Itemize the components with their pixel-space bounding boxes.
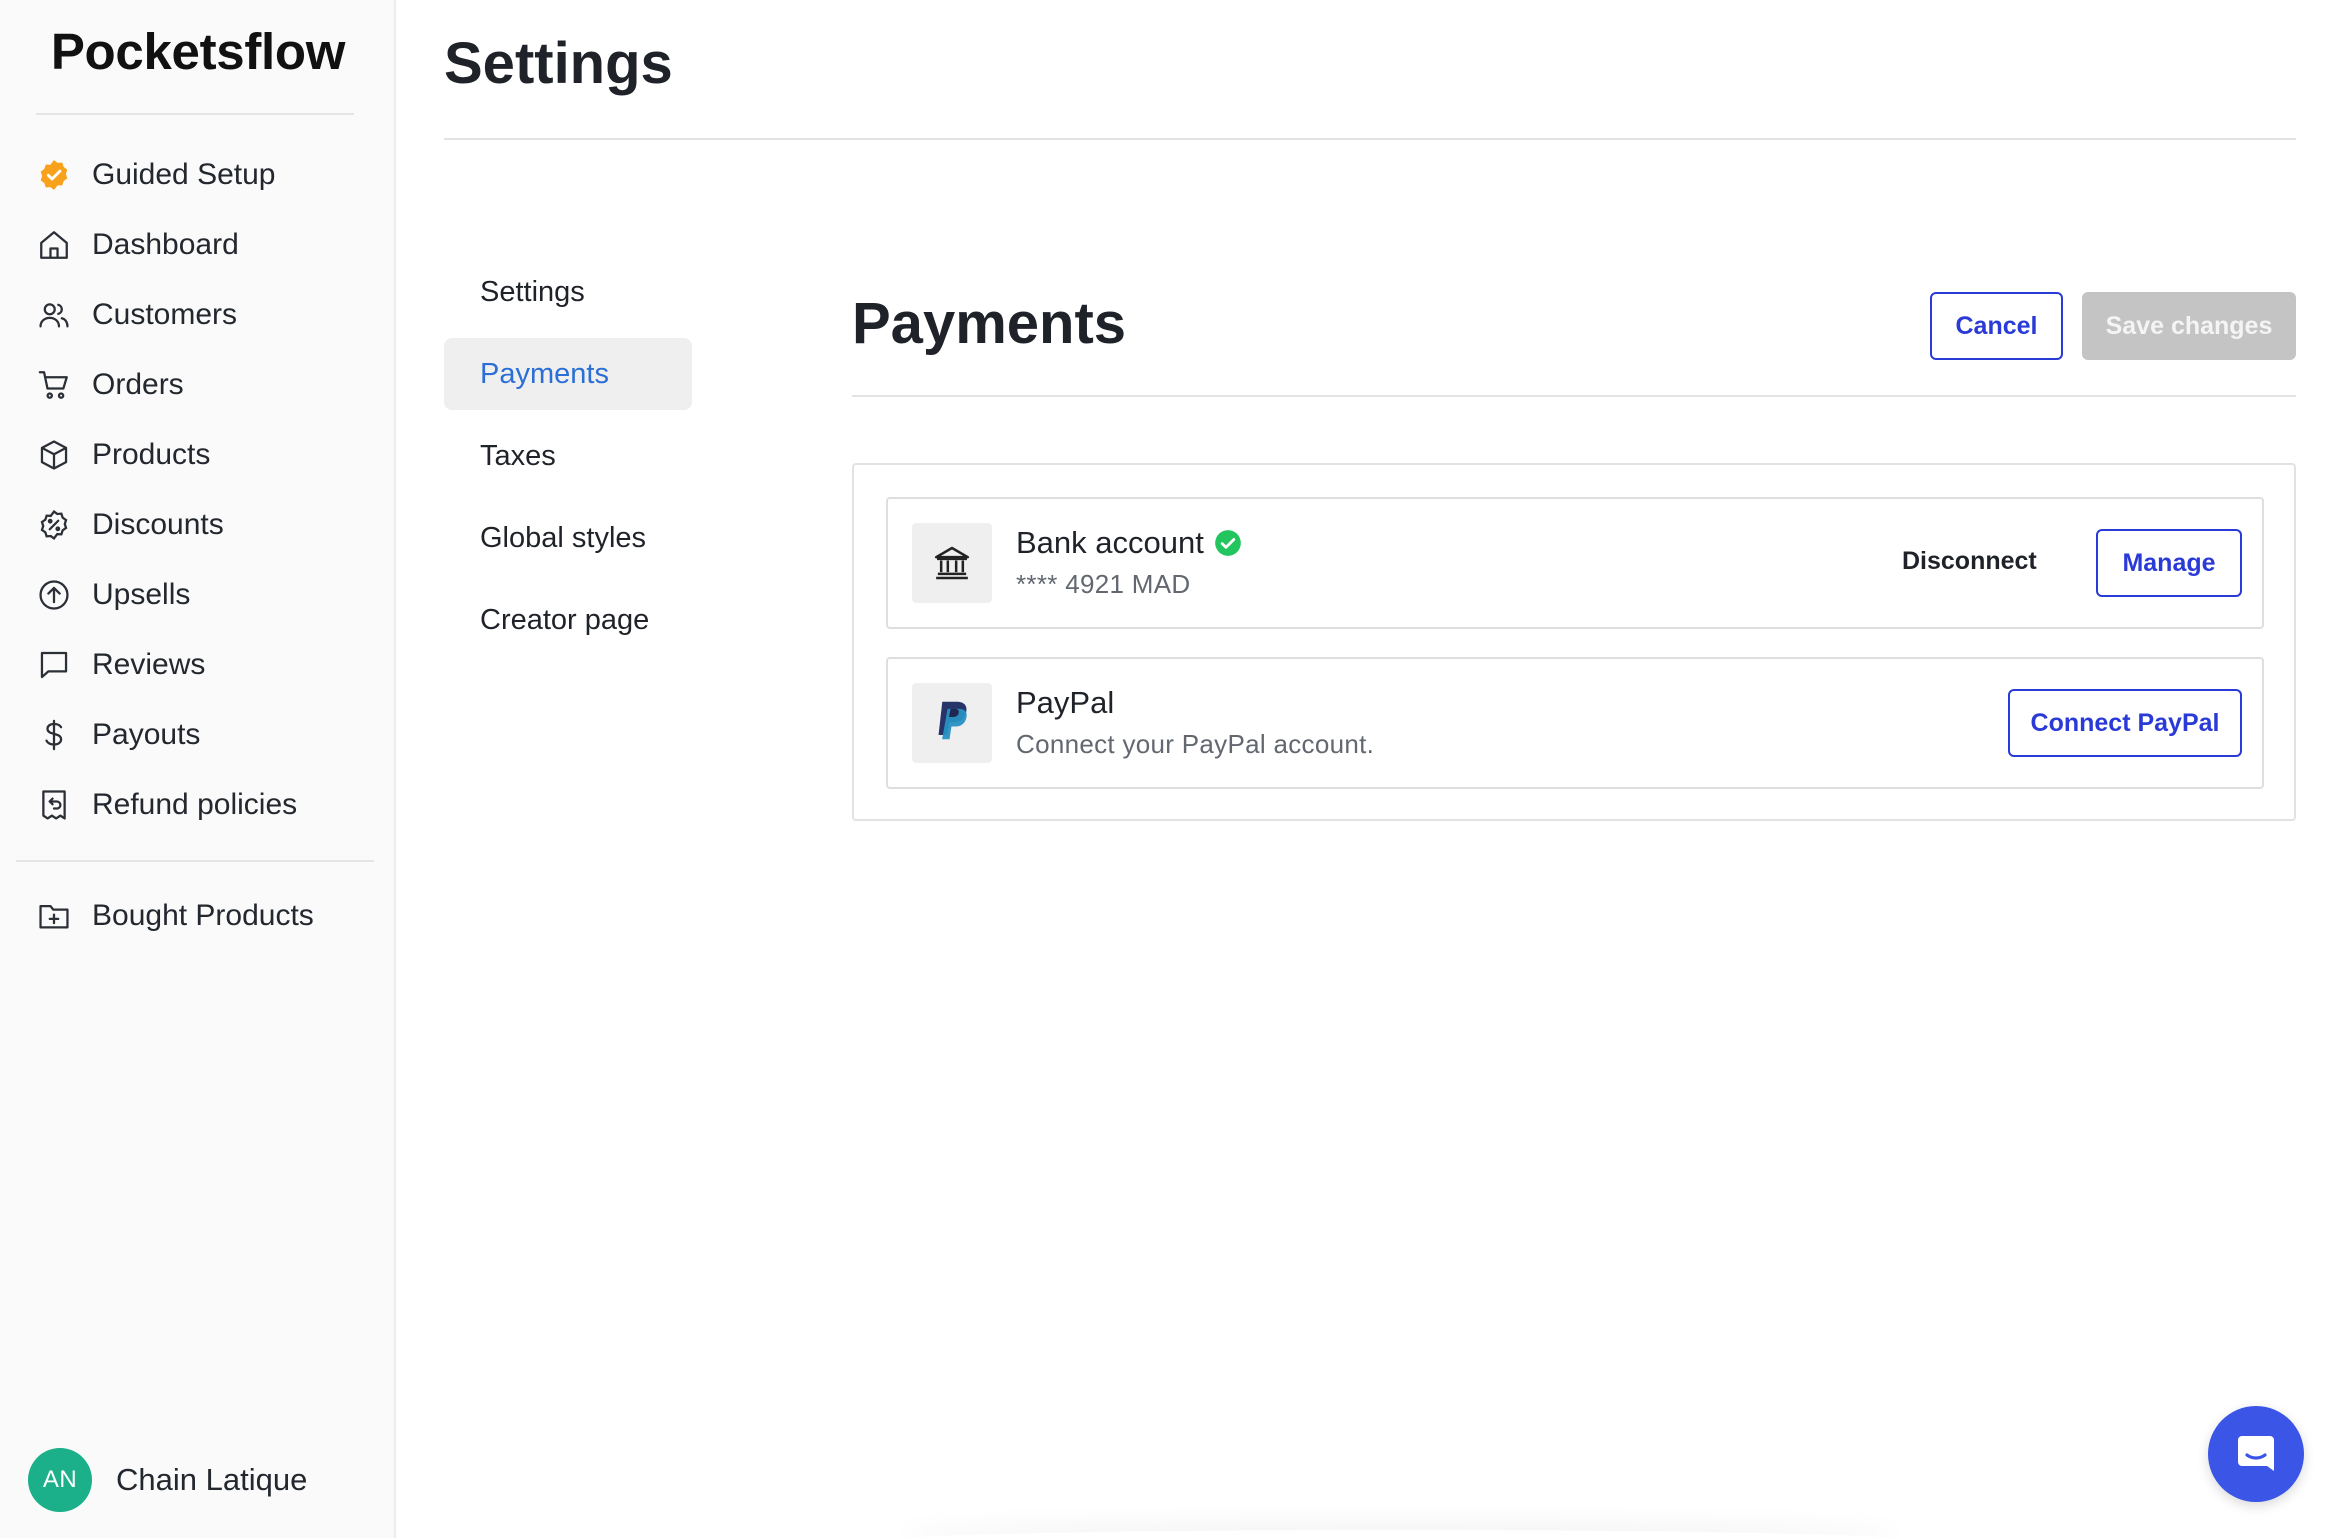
subnav-item-global-styles[interactable]: Global styles [444,502,692,574]
discount-icon [36,507,72,543]
divider [444,138,2296,140]
refund-receipt-icon [36,787,72,823]
cart-icon [36,367,72,403]
sidebar-bottom-nav: Bought Products [0,881,396,951]
chat-support-button[interactable] [2208,1406,2304,1502]
box-icon [36,437,72,473]
folder-plus-icon [36,898,72,934]
dollar-icon [36,717,72,753]
sidebar: Pocketsflow Guided Setup Dashboard Custo… [0,0,396,1538]
bottom-shadow [900,1530,1900,1538]
settings-subnav: Settings Payments Taxes Global styles Cr… [444,256,692,666]
badge-check-icon [36,157,72,193]
sidebar-item-label: Products [92,438,211,471]
sidebar-item-label: Refund policies [92,788,298,821]
divider [852,395,2296,397]
sidebar-item-products[interactable]: Products [0,420,396,490]
sidebar-item-label: Reviews [92,648,206,681]
sidebar-nav: Guided Setup Dashboard Customers Orders … [0,140,396,840]
bank-account-card: Bank account **** 4921 MAD Disconnect Ma… [886,497,2264,629]
users-icon [36,297,72,333]
sidebar-item-dashboard[interactable]: Dashboard [0,210,396,280]
bank-account-title: Bank account [1016,525,1204,560]
sidebar-item-label: Dashboard [92,228,239,261]
sidebar-item-label: Discounts [92,508,224,541]
brand-logo[interactable]: Pocketsflow [36,22,360,81]
paypal-icon [912,683,992,763]
section-title: Payments [852,291,1127,356]
avatar: AN [28,1448,92,1512]
home-icon [36,227,72,263]
paypal-description: Connect your PayPal account. [1016,729,1375,759]
subnav-item-taxes[interactable]: Taxes [444,420,692,492]
subnav-item-creator-page[interactable]: Creator page [444,584,692,656]
disconnect-button[interactable]: Disconnect [1902,547,2037,576]
bank-account-title-row: Bank account [1016,525,1242,561]
subnav-item-settings[interactable]: Settings [444,256,692,328]
page-title: Settings [444,31,673,96]
connect-paypal-button[interactable]: Connect PayPal [2008,689,2242,757]
sidebar-item-label: Guided Setup [92,158,276,191]
arrow-up-circle-icon [36,577,72,613]
payment-methods-panel: Bank account **** 4921 MAD Disconnect Ma… [852,463,2296,821]
user-name: Chain Latique [116,1462,308,1497]
cancel-button[interactable]: Cancel [1930,292,2063,360]
sidebar-item-label: Upsells [92,578,191,611]
sidebar-item-discounts[interactable]: Discounts [0,490,396,560]
sidebar-item-refund-policies[interactable]: Refund policies [0,770,396,840]
divider [16,860,374,862]
manage-button[interactable]: Manage [2096,529,2242,597]
sidebar-item-reviews[interactable]: Reviews [0,630,396,700]
divider [36,113,354,115]
bank-icon [912,523,992,603]
save-changes-button[interactable]: Save changes [2082,292,2296,360]
user-profile[interactable]: AN Chain Latique [28,1448,307,1512]
message-icon [36,647,72,683]
paypal-title: PayPal [1016,685,1115,720]
paypal-card: PayPal Connect your PayPal account. Conn… [886,657,2264,789]
sidebar-item-guided-setup[interactable]: Guided Setup [0,140,396,210]
sidebar-item-payouts[interactable]: Payouts [0,700,396,770]
sidebar-item-orders[interactable]: Orders [0,350,396,420]
sidebar-item-bought-products[interactable]: Bought Products [0,881,396,951]
subnav-item-payments[interactable]: Payments [444,338,692,410]
sidebar-item-label: Customers [92,298,238,331]
sidebar-item-customers[interactable]: Customers [0,280,396,350]
verified-check-icon [1215,530,1241,556]
bank-account-number: **** 4921 MAD [1016,569,1191,599]
sidebar-item-upsells[interactable]: Upsells [0,560,396,630]
sidebar-item-label: Bought Products [92,899,314,932]
chat-icon [2238,1436,2274,1471]
sidebar-item-label: Orders [92,368,184,401]
sidebar-item-label: Payouts [92,718,201,751]
